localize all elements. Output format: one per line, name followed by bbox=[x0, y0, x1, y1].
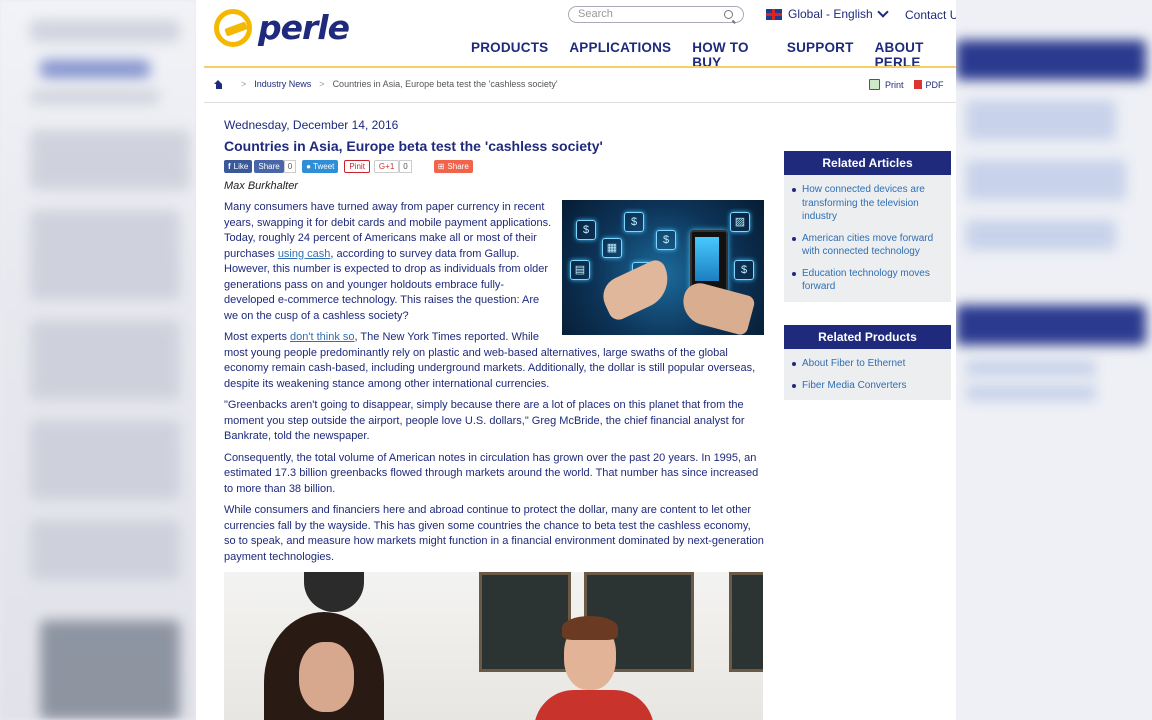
breadcrumb-industry-news[interactable]: Industry News bbox=[254, 79, 311, 89]
breadcrumb-separator: > bbox=[241, 79, 247, 89]
dollar-tile-icon: $ bbox=[576, 220, 596, 240]
pdf-icon[interactable] bbox=[913, 80, 922, 89]
article-title: Countries in Asia, Europe beta test the … bbox=[224, 138, 603, 154]
mobile-payment-image: $ ▦ ▤ $ $ ▣ ▨ $ bbox=[562, 200, 764, 335]
plus-icon: ⊞ bbox=[437, 162, 445, 171]
pendant-lamp bbox=[304, 572, 364, 612]
related-article-link[interactable]: American cities move forward with connec… bbox=[792, 232, 943, 259]
search-input[interactable]: Search bbox=[568, 6, 744, 23]
related-articles-heading: Related Articles bbox=[784, 151, 951, 175]
chart-tile-icon: ▤ bbox=[570, 260, 590, 280]
chart-tile-icon: ▦ bbox=[602, 238, 622, 258]
facebook-like-button[interactable]: f Like bbox=[224, 160, 253, 173]
region-label: Global - English bbox=[788, 7, 873, 21]
wallet-tile-icon: ▨ bbox=[730, 212, 750, 232]
breadcrumb-current: Countries in Asia, Europe beta test the … bbox=[332, 79, 558, 89]
home-icon[interactable] bbox=[214, 79, 223, 89]
uk-flag-icon bbox=[766, 8, 782, 20]
facebook-count: 0 bbox=[283, 160, 297, 173]
article-paragraph: While consumers and financiers here and … bbox=[224, 504, 764, 563]
man-hair bbox=[562, 616, 618, 640]
twitter-bird-icon: ● bbox=[306, 162, 312, 171]
article-date: Wednesday, December 14, 2016 bbox=[224, 118, 399, 132]
dollar-tile-icon: $ bbox=[656, 230, 676, 250]
chalkboard-menu bbox=[729, 572, 763, 672]
facebook-share-button[interactable]: Share bbox=[254, 160, 284, 173]
article-paragraph: "Greenbacks aren't going to disappear, s… bbox=[224, 399, 745, 442]
print-icon[interactable] bbox=[869, 79, 880, 90]
breadcrumb: > Industry News > Countries in Asia, Eur… bbox=[214, 79, 558, 89]
article-paragraph: Most experts don't think so, The New Yor… bbox=[224, 331, 756, 390]
pdf-link[interactable]: PDF bbox=[926, 80, 944, 90]
related-article-link[interactable]: How connected devices are transforming t… bbox=[792, 183, 943, 224]
chevron-down-icon bbox=[877, 6, 889, 18]
search-icon[interactable] bbox=[724, 10, 733, 19]
dollar-tile-icon: $ bbox=[624, 212, 644, 232]
related-product-link[interactable]: About Fiber to Ethernet bbox=[792, 357, 943, 371]
related-article-link[interactable]: Education technology moves forward bbox=[792, 267, 943, 294]
share-button[interactable]: ⊞ Share bbox=[433, 160, 473, 173]
brand-name: perle bbox=[258, 8, 350, 47]
related-product-link[interactable]: Fiber Media Converters bbox=[792, 379, 943, 393]
article-paragraph: Consequently, the total volume of Americ… bbox=[224, 451, 759, 495]
tweet-button[interactable]: ● Tweet bbox=[302, 160, 339, 173]
perle-logo-icon bbox=[214, 8, 252, 47]
woman-face bbox=[299, 642, 354, 712]
search-placeholder: Search bbox=[578, 8, 613, 20]
contact-link[interactable]: Contact Us bbox=[905, 8, 956, 22]
share-bar: f Like Share 0 ● Tweet Pinit G+1 0 ⊞ Share bbox=[224, 160, 473, 173]
pointing-hand bbox=[596, 257, 678, 323]
related-products-panel: Related Products About Fiber to Ethernet… bbox=[784, 325, 951, 400]
breadcrumb-separator: > bbox=[319, 79, 325, 89]
blurred-background-right bbox=[956, 0, 1152, 720]
web-page: perle Search Global - English Contact Us… bbox=[196, 0, 956, 720]
divider bbox=[204, 102, 956, 103]
man-figure bbox=[534, 690, 654, 720]
blurred-background-left bbox=[0, 0, 196, 720]
pinterest-button[interactable]: Pinit bbox=[344, 160, 370, 173]
perle-logo[interactable]: perle bbox=[214, 8, 350, 47]
page-tools: Print PDF bbox=[869, 79, 944, 90]
using-cash-link[interactable]: using cash bbox=[278, 248, 331, 260]
chalkboard-menu bbox=[479, 572, 571, 672]
related-products-heading: Related Products bbox=[784, 325, 951, 349]
article-author: Max Burkhalter bbox=[224, 180, 298, 192]
dollar-tile-icon: $ bbox=[734, 260, 754, 280]
header-divider bbox=[204, 66, 956, 68]
google-plus-button[interactable]: G+1 bbox=[373, 160, 400, 173]
dont-think-so-link[interactable]: don't think so bbox=[290, 331, 354, 343]
region-selector[interactable]: Global - English bbox=[766, 6, 889, 21]
google-plus-count: 0 bbox=[399, 160, 412, 173]
related-articles-panel: Related Articles How connected devices a… bbox=[784, 151, 951, 302]
article-body: $ ▦ ▤ $ $ ▣ ▨ $ Many consumers have turn… bbox=[224, 200, 764, 571]
holding-hand bbox=[678, 279, 756, 335]
cafe-photo bbox=[224, 572, 763, 720]
print-link[interactable]: Print bbox=[885, 80, 904, 90]
